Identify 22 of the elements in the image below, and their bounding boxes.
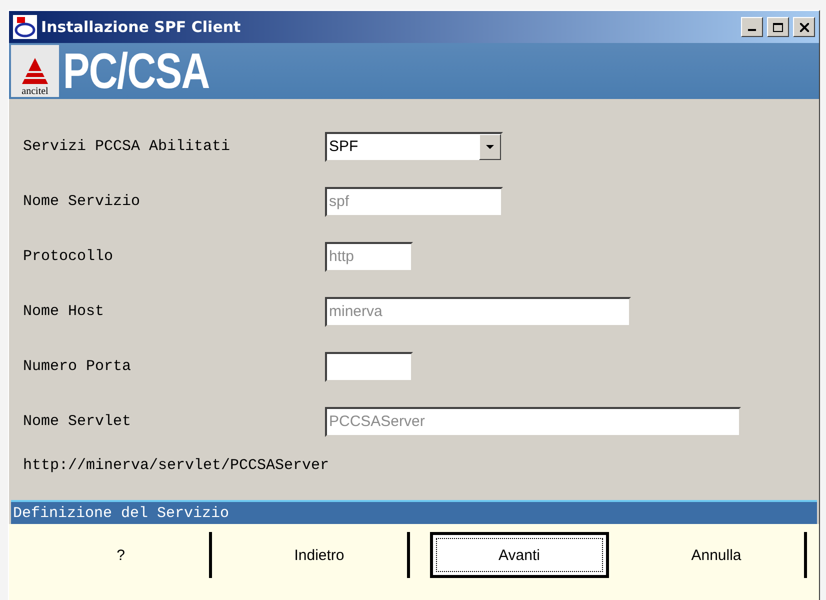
service-dropdown[interactable]: SPF xyxy=(325,132,503,162)
close-icon xyxy=(800,22,808,32)
field-label: Protocollo xyxy=(23,248,114,265)
logo-caption: ancitel xyxy=(22,86,48,97)
banner-title: PC/CSA xyxy=(63,42,210,100)
field-label: Servizi PCCSA Abilitati xyxy=(23,138,232,155)
pyramid-icon xyxy=(20,56,50,86)
status-bar: Definizione del Servizio xyxy=(11,500,817,524)
field-label: Numero Porta xyxy=(23,358,132,375)
field-label: Nome Servizio xyxy=(23,193,142,210)
maximize-icon xyxy=(773,22,783,32)
wizard-button[interactable]: Avanti xyxy=(430,532,608,578)
field-label: Nome Servlet xyxy=(23,413,132,430)
field-label: Nome Host xyxy=(23,303,106,320)
minimize-button[interactable] xyxy=(741,17,763,37)
service-url: http://minerva/servlet/PCCSAServer xyxy=(23,457,330,474)
app-icon xyxy=(13,15,37,39)
dropdown-arrow-icon xyxy=(486,144,494,148)
window-title: Installazione SPF Client xyxy=(41,18,242,36)
maximize-button[interactable] xyxy=(767,17,789,37)
input-field[interactable] xyxy=(325,352,413,382)
close-button[interactable] xyxy=(793,17,815,37)
